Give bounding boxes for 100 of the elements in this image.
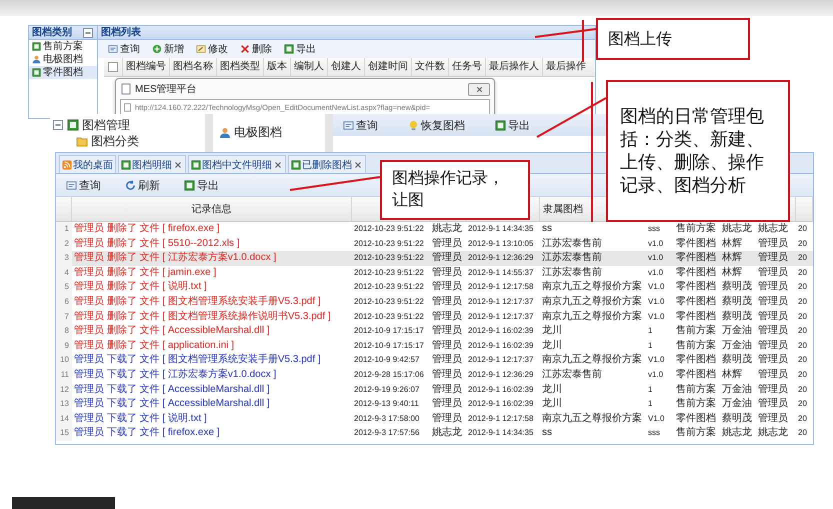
table-cell-text: 售前方案	[675, 324, 717, 338]
table-cell-text: 零件图档	[675, 280, 717, 294]
row-number: 13	[56, 397, 72, 412]
column-header[interactable]: 图档编号	[122, 58, 169, 76]
table-cell-text: 江苏宏泰售前	[541, 251, 603, 266]
table-cell-text: 万金油	[721, 382, 753, 397]
tab[interactable]: 图档中文件明细	[188, 155, 286, 173]
toolbar-button[interactable]: 刷新	[121, 177, 164, 193]
table-cell-text: 管理员	[757, 324, 789, 338]
table-row[interactable]: 1 管理员 删除了 文件 [ firefox.exe ] 2012-10-23 9:51:22 姚志龙 2012-9-1 14:34:35 ss sss 售前方案 姚志龙 姚志龙 20	[56, 222, 813, 237]
table-cell-text: 蔡明茂	[721, 280, 753, 294]
toolbar-button[interactable]: 导出	[180, 177, 223, 193]
table-row[interactable]: 14 管理员 下载了 文件 [ 说明.txt ] 2012-9-3 17:58:00 管理员 2012-9-1 12:17:58 南京九五之尊报价方案 V1.0 零件图档 蔡明茂 管理员 20	[56, 412, 813, 426]
toolbar-button[interactable]: 删除	[236, 41, 276, 57]
add-icon	[152, 44, 162, 54]
tree-item[interactable]: 图档管理	[50, 117, 205, 133]
table-row[interactable]: 11 管理员 下载了 文件 [ 江苏宏泰方案v1.0.docx ] 2012-9-28 15:17:06 管理员 2012-9-1 12:36:29 江苏宏泰售前 v1.0 零件图档 林辉 管理员 20	[56, 368, 813, 383]
table-cell-text: v1.0	[647, 252, 664, 264]
column-header[interactable]: 文件数	[411, 58, 448, 76]
table-cell-text: 管理员 删除了 文件 [ 图文档管理系统操作说明书V5.3.pdf ]	[73, 310, 332, 324]
toolbar-button[interactable]: 查询	[339, 117, 382, 133]
table-cell-text: 2012-10-9 9:42:57	[353, 354, 420, 366]
table-cell-text: 2012-9-3 17:58:00	[353, 412, 420, 425]
table-cell-text: 管理员	[757, 294, 789, 309]
table-cell-text: 20	[797, 310, 808, 323]
column-header[interactable]: 最后操作	[542, 58, 589, 76]
table-cell-text: 1	[647, 398, 654, 410]
table-row[interactable]: 12 管理员 下载了 文件 [ AccessibleMarshal.dll ] 2012-9-19 9:26:07 管理员 2012-9-1 16:02:39 龙川 1 售前方案 万金油 管理员 20	[56, 382, 813, 398]
table-cell-text: V1.0	[647, 354, 666, 366]
column-header[interactable]: 图档类型	[216, 58, 263, 76]
table-cell-text: 20	[797, 252, 808, 264]
table-cell-text: 零件图档	[675, 368, 717, 382]
column-header[interactable]: 任务号	[448, 58, 485, 76]
table-cell-text: 管理员	[431, 310, 463, 324]
table-row[interactable]: 9 管理员 删除了 文件 [ application.ini ] 2012-10-9 17:15:17 管理员 2012-9-1 16:02:39 龙川 1 售前方案 万金油 管理员 20	[56, 338, 813, 354]
table-row[interactable]: 2 管理员 删除了 文件 [ 5510--2012.xls ] 2012-10-23 9:51:22 管理员 2012-9-1 13:10:05 江苏宏泰售前 v1.0 零件图档 林辉 管理员 20	[56, 236, 813, 252]
table-cell-text: 管理员 删除了 文件 [ firefox.exe ]	[73, 222, 221, 236]
form-icon	[108, 44, 118, 54]
toolbar-button[interactable]: 导出	[280, 41, 320, 57]
toolbar-button[interactable]: 修改	[192, 41, 232, 57]
column-header[interactable]: 最后操作人	[485, 58, 542, 76]
category-item[interactable]: 售前方案	[29, 40, 97, 53]
toolbar-button[interactable]: 恢复图档	[404, 117, 469, 133]
table-cell-text: 管理员	[431, 266, 463, 280]
toolbar-button[interactable]: 查询	[104, 41, 144, 57]
table-cell-text: 零件图档	[675, 353, 717, 368]
column-header[interactable]: 创建时间	[364, 58, 411, 76]
table-cell-text: sss	[647, 427, 661, 440]
table-row[interactable]: 6 管理员 删除了 文件 [ 图文档管理系统安装手册V5.3.pdf ] 2012-10-23 9:51:22 管理员 2012-9-1 12:17:37 南京九五之尊报价方案 V1.0 零件图档 蔡明茂 管理员 20	[56, 294, 813, 310]
panel-title: 图档列表	[101, 26, 141, 38]
table-row[interactable]: 4 管理员 删除了 文件 [ jamin.exe ] 2012-10-23 9:51:22 管理员 2012-9-1 14:55:37 江苏宏泰售前 v1.0 零件图档 林辉 管理员 20	[56, 266, 813, 280]
tab[interactable]: 已删除图档	[288, 155, 366, 173]
column-header[interactable]: 编制人	[290, 58, 327, 76]
table-cell-text: 2012-9-1 14:34:35	[467, 223, 534, 235]
table-cell-text: 南京九五之尊报价方案	[541, 353, 643, 368]
column-header[interactable]: 隶属图档	[543, 202, 583, 216]
table-cell-text: 2012-10-23 9:51:22	[353, 266, 425, 279]
table-row[interactable]: 3 管理员 删除了 文件 [ 江苏宏泰方案v1.0.docx ] 2012-10-23 9:51:22 管理员 2012-9-1 12:36:29 江苏宏泰售前 v1.0 零件图档 林辉 管理员 20	[56, 251, 813, 266]
table-cell-text: 管理员	[757, 266, 789, 280]
table-cell-text: v1.0	[647, 266, 664, 279]
column-header[interactable]: 创建人	[327, 58, 364, 76]
table-row[interactable]: 15 管理员 下载了 文件 [ firefox.exe ] 2012-9-3 17:57:56 姚志龙 2012-9-1 14:34:35 ss sss 售前方案 姚志龙 姚志龙 20	[56, 426, 813, 441]
table-cell-text: 零件图档	[675, 266, 717, 280]
table-cell-text: v1.0	[647, 368, 664, 381]
table-cell-text: 2012-9-1 12:17:37	[467, 310, 534, 323]
column-header[interactable]: 图档名称	[169, 58, 216, 76]
table-row[interactable]: 8 管理员 删除了 文件 [ AccessibleMarshal.dll ] 2012-10-9 17:15:17 管理员 2012-9-1 16:02:39 龙川 1 售前方案 万金油 管理员 20	[56, 324, 813, 339]
row-number: 3	[56, 251, 72, 266]
toolbar-button[interactable]: 新增	[148, 41, 188, 57]
table-row[interactable]: 7 管理员 删除了 文件 [ 图文档管理系统操作说明书V5.3.pdf ] 2012-10-23 9:51:22 管理员 2012-9-1 12:17:37 南京九五之尊报价方案 V1.0 零件图档 蔡明茂 管理员 20	[56, 310, 813, 324]
tree-item[interactable]: 图档分类	[50, 133, 205, 149]
table-cell-text: 管理员	[431, 353, 463, 368]
table-cell-text: V1.0	[647, 281, 666, 294]
table-row[interactable]: 10 管理员 下载了 文件 [ 图文档管理系统安装手册V5.3.pdf ] 2012-10-9 9:42:57 管理员 2012-9-1 12:17:37 南京九五之尊报价方案 V1.0 零件图档 蔡明茂 管理员 20	[56, 353, 813, 368]
table-row[interactable]: 5 管理员 删除了 文件 [ 说明.txt ] 2012-10-23 9:51:22 管理员 2012-9-1 12:17:58 南京九五之尊报价方案 V1.0 零件图档 蔡明茂 管理员 20	[56, 280, 813, 295]
table-cell-text: 管理员 删除了 文件 [ 图文档管理系统安装手册V5.3.pdf ]	[73, 294, 322, 309]
toolbar-button[interactable]: 查询	[62, 177, 105, 193]
category-item[interactable]: 电极图档	[29, 53, 97, 66]
column-header[interactable]: 记录信息	[192, 202, 232, 216]
row-number: 4	[56, 266, 72, 280]
table-cell-text: 江苏宏泰售前	[541, 368, 603, 382]
page-icon	[120, 83, 132, 95]
column-header[interactable]: 版本	[263, 58, 290, 76]
tab[interactable]: 图档明细	[118, 155, 186, 173]
close-button[interactable]	[468, 82, 490, 96]
checkbox[interactable]	[108, 62, 118, 72]
row-number: 15	[56, 426, 72, 441]
table-cell-text: 管理员 删除了 文件 [ AccessibleMarshal.dll ]	[73, 324, 271, 338]
table-cell-text: 2012-9-1 16:02:39	[467, 340, 534, 352]
table-cell-text: 零件图档	[675, 251, 717, 266]
tab[interactable]: 我的桌面	[59, 155, 116, 173]
sheet-icon	[495, 120, 506, 130]
close-icon	[353, 160, 363, 170]
table-cell-text: 管理员 下载了 文件 [ AccessibleMarshal.dll ]	[73, 397, 271, 412]
table-cell-text: 管理员	[431, 368, 463, 382]
toolbar-button[interactable]: 导出	[491, 117, 534, 133]
table-cell-text: sss	[647, 223, 661, 235]
category-item[interactable]: 零件图档	[29, 66, 97, 79]
table-row[interactable]: 13 管理员 下载了 文件 [ AccessibleMarshal.dll ] 2012-9-13 9:40:11 管理员 2012-9-1 16:02:39 龙川 1 售前方案 万金油 管理员 20	[56, 397, 813, 412]
row-number: 7	[56, 310, 72, 324]
